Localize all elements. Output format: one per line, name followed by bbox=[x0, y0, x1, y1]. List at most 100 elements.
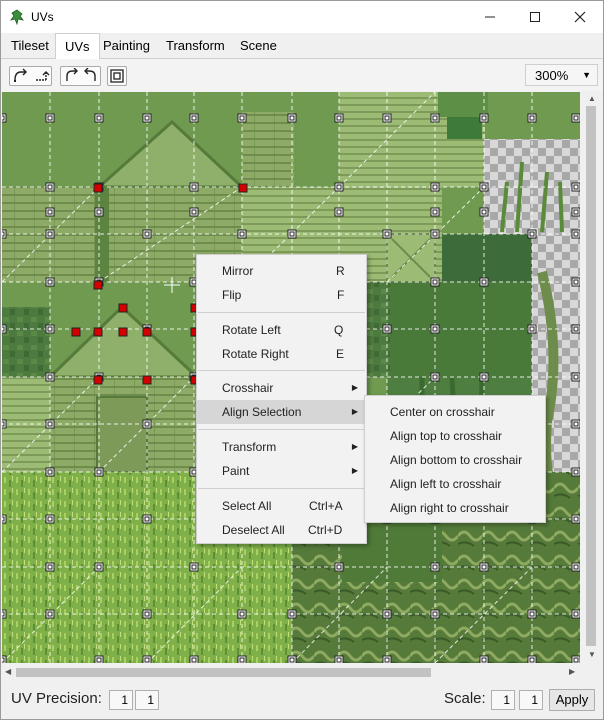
uv-handle[interactable] bbox=[287, 229, 297, 239]
scale-x-input[interactable]: 1 bbox=[491, 690, 515, 710]
uv-handle[interactable] bbox=[430, 562, 440, 572]
uv-handle[interactable] bbox=[479, 207, 489, 217]
uv-handle[interactable] bbox=[45, 562, 55, 572]
uv-handle[interactable] bbox=[334, 562, 344, 572]
uv-handle[interactable] bbox=[430, 207, 440, 217]
submenu-item-align-left[interactable]: Align left to crosshair bbox=[365, 472, 545, 496]
uv-handle[interactable] bbox=[237, 609, 247, 619]
scroll-down-icon[interactable]: ▼ bbox=[588, 650, 596, 659]
scroll-right-icon[interactable]: ▶ bbox=[569, 667, 575, 676]
menu-item-align-selection[interactable]: Align Selection ▶ bbox=[197, 400, 366, 424]
uv-handle[interactable] bbox=[571, 467, 580, 477]
minimize-button[interactable] bbox=[467, 1, 513, 33]
uv-handle[interactable] bbox=[287, 609, 297, 619]
uv-handle[interactable] bbox=[94, 562, 104, 572]
tab-uvs[interactable]: UVs bbox=[55, 33, 100, 60]
uv-handle[interactable] bbox=[479, 182, 489, 192]
uv-handle[interactable] bbox=[571, 372, 580, 382]
vertical-scrollbar[interactable]: ▲ ▼ bbox=[580, 92, 603, 663]
uv-handle[interactable] bbox=[45, 514, 55, 524]
maximize-button[interactable] bbox=[512, 1, 558, 33]
uv-handle[interactable] bbox=[571, 229, 580, 239]
uv-handle[interactable] bbox=[527, 324, 537, 334]
uv-handle[interactable] bbox=[45, 419, 55, 429]
uv-handle[interactable] bbox=[142, 419, 152, 429]
uv-handle[interactable] bbox=[142, 609, 152, 619]
uv-handle[interactable] bbox=[189, 113, 199, 123]
uv-handle[interactable] bbox=[142, 514, 152, 524]
close-button[interactable] bbox=[557, 1, 603, 33]
uv-handle[interactable] bbox=[142, 113, 152, 123]
uv-handle[interactable] bbox=[45, 277, 55, 287]
uv-handle[interactable] bbox=[382, 324, 392, 334]
uv-handle[interactable] bbox=[45, 324, 55, 334]
uv-handle[interactable] bbox=[382, 113, 392, 123]
uv-handle[interactable] bbox=[45, 182, 55, 192]
uv-handle[interactable] bbox=[45, 467, 55, 477]
menu-item-crosshair[interactable]: Crosshair ▶ bbox=[197, 376, 366, 400]
uv-handle[interactable] bbox=[479, 562, 489, 572]
rotate-tool-button[interactable] bbox=[60, 66, 101, 86]
uv-handle[interactable] bbox=[527, 229, 537, 239]
uv-handle[interactable] bbox=[430, 277, 440, 287]
scale-y-input[interactable]: 1 bbox=[519, 690, 543, 710]
menu-item-flip[interactable]: Flip F bbox=[197, 283, 366, 307]
uv-handle[interactable] bbox=[571, 207, 580, 217]
menu-item-paint[interactable]: Paint ▶ bbox=[197, 459, 366, 483]
uv-precision-y-input[interactable]: 1 bbox=[135, 690, 159, 710]
uv-handle[interactable] bbox=[430, 113, 440, 123]
frame-tool-button[interactable] bbox=[107, 66, 127, 86]
uv-handle[interactable] bbox=[571, 113, 580, 123]
uv-handle[interactable] bbox=[430, 229, 440, 239]
uv-handle[interactable] bbox=[189, 182, 199, 192]
uv-handle[interactable] bbox=[430, 609, 440, 619]
uv-handle[interactable] bbox=[430, 324, 440, 334]
uv-handle[interactable] bbox=[189, 207, 199, 217]
uv-handle[interactable] bbox=[94, 467, 104, 477]
uv-handle[interactable] bbox=[527, 113, 537, 123]
uv-handle[interactable] bbox=[571, 562, 580, 572]
uv-handle[interactable] bbox=[45, 609, 55, 619]
tab-scene[interactable]: Scene bbox=[231, 33, 286, 59]
uv-handle[interactable] bbox=[334, 207, 344, 217]
uv-handle[interactable] bbox=[237, 113, 247, 123]
uv-handle[interactable] bbox=[287, 113, 297, 123]
uv-handle[interactable] bbox=[382, 609, 392, 619]
horizontal-scrollbar[interactable]: ◀ ▶ bbox=[2, 663, 580, 681]
menu-item-rotate-left[interactable]: Rotate Left Q bbox=[197, 318, 366, 342]
tab-transform[interactable]: Transform bbox=[157, 33, 234, 59]
uv-handle[interactable] bbox=[45, 372, 55, 382]
menu-item-rotate-right[interactable]: Rotate Right E bbox=[197, 342, 366, 366]
uv-handle[interactable] bbox=[571, 514, 580, 524]
uv-handle[interactable] bbox=[45, 113, 55, 123]
tab-tileset[interactable]: Tileset bbox=[2, 33, 58, 59]
uv-handle[interactable] bbox=[479, 277, 489, 287]
uv-handle[interactable] bbox=[479, 372, 489, 382]
uv-handle[interactable] bbox=[479, 113, 489, 123]
menu-item-mirror[interactable]: Mirror R bbox=[197, 259, 366, 283]
uv-handle[interactable] bbox=[142, 229, 152, 239]
uv-handle[interactable] bbox=[527, 609, 537, 619]
menu-item-select-all[interactable]: Select All Ctrl+A bbox=[197, 494, 366, 518]
uv-handle[interactable] bbox=[94, 113, 104, 123]
mirror-tool-button[interactable] bbox=[9, 66, 52, 86]
uv-handle[interactable] bbox=[430, 372, 440, 382]
scroll-up-icon[interactable]: ▲ bbox=[588, 94, 596, 103]
horizontal-scroll-thumb[interactable] bbox=[16, 668, 431, 677]
vertical-scroll-thumb[interactable] bbox=[586, 106, 596, 646]
submenu-item-align-bottom[interactable]: Align bottom to crosshair bbox=[365, 448, 545, 472]
submenu-item-align-right[interactable]: Align right to crosshair bbox=[365, 496, 545, 520]
uv-precision-x-input[interactable]: 1 bbox=[109, 690, 133, 710]
uv-handle[interactable] bbox=[45, 207, 55, 217]
uv-handle[interactable] bbox=[430, 182, 440, 192]
uv-handle[interactable] bbox=[237, 229, 247, 239]
uv-handle[interactable] bbox=[571, 609, 580, 619]
submenu-item-align-top[interactable]: Align top to crosshair bbox=[365, 424, 545, 448]
uv-handle[interactable] bbox=[571, 277, 580, 287]
zoom-select[interactable]: 300% ▼ bbox=[525, 64, 598, 86]
uv-handle[interactable] bbox=[45, 229, 55, 239]
uv-handle[interactable] bbox=[571, 419, 580, 429]
submenu-item-center[interactable]: Center on crosshair bbox=[365, 400, 545, 424]
uv-handle[interactable] bbox=[334, 182, 344, 192]
uv-handle[interactable] bbox=[189, 562, 199, 572]
